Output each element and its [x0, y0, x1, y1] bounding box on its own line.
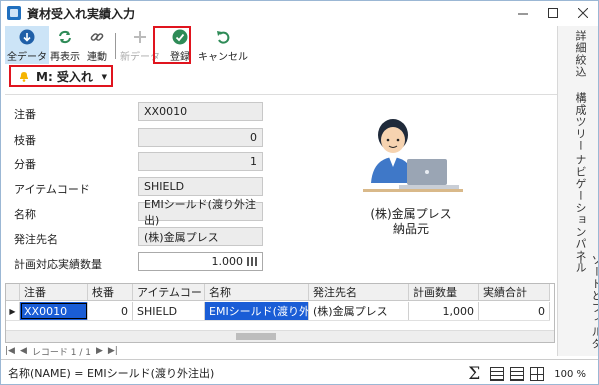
list-view-icon[interactable] [510, 367, 525, 381]
column-header[interactable]: 名称 [205, 284, 309, 300]
horizontal-scrollbar[interactable] [6, 330, 554, 342]
illustration-caption: (株)金属プレス 納品元 [341, 207, 481, 237]
status-text: 名称(NAME) = EMIシールド(渡り外注出) [8, 366, 215, 380]
column-header[interactable]: アイテムコード [133, 284, 205, 300]
qty-field[interactable]: 1.000 [138, 252, 263, 271]
record-counter: レコード 1 / 1 [31, 347, 91, 358]
sum-icon[interactable]: Σ [468, 364, 480, 384]
first-record-icon[interactable]: |◀ [5, 346, 15, 356]
mode-selector[interactable]: M: 受入れ ▼ [9, 65, 113, 87]
worker-illustration [363, 119, 463, 192]
row-pointer-icon: ▶ [6, 302, 20, 320]
table-row[interactable]: ▶ XX0010 0 SHIELD EMIシールド(渡り外... (株)金属プレ… [6, 302, 550, 321]
zoom-level[interactable]: 100 % [554, 369, 586, 380]
minimize-icon [518, 13, 528, 15]
chevron-down-icon: ▼ [101, 73, 107, 81]
row-indicator-header [6, 284, 20, 300]
order-no-label: 注番 [14, 108, 36, 121]
table-cell[interactable]: SHIELD [133, 302, 205, 320]
last-record-icon[interactable]: ▶| [108, 346, 118, 356]
download-icon [19, 29, 35, 45]
link-icon [89, 29, 105, 45]
name-field[interactable]: EMIシールド(渡り外注出) [138, 198, 263, 227]
window-controls [508, 1, 598, 25]
undo-icon [215, 29, 231, 45]
table-cell[interactable]: 1,000 [409, 302, 479, 320]
qty-label: 計画対応実績数量 [14, 258, 102, 271]
split-label: 分番 [14, 158, 36, 171]
minimize-button[interactable] [508, 1, 538, 25]
table-cell[interactable]: EMIシールド(渡り外... [205, 302, 309, 320]
form-view-icon[interactable] [490, 367, 505, 381]
maximize-icon [548, 8, 558, 18]
column-header[interactable]: 計画数量 [409, 284, 479, 300]
order-no-field[interactable]: XX0010 [138, 102, 263, 121]
delivery-source-caption: 納品元 [392, 222, 429, 236]
main-window: 資材受入れ実績入力 全データ 再表示 連動 新データ 登録 キャンセル M: 受… [0, 0, 599, 385]
item-code-label: アイテムコード [14, 183, 90, 196]
supplier-field[interactable]: (株)金属プレス [138, 227, 263, 246]
maximize-button[interactable] [538, 1, 568, 25]
side-panel-rail: 詳細絞込 構成ツリー ナビゲーションパネル ソートとフィルター [557, 26, 598, 356]
table-cell[interactable]: 0 [479, 302, 550, 320]
cancel-button[interactable]: キャンセル [198, 26, 248, 64]
link-button[interactable]: 連動 [81, 26, 113, 64]
mode-label: M: 受入れ [36, 69, 93, 84]
table-cell[interactable]: (株)金属プレス [309, 302, 409, 320]
branch-field[interactable]: 0 [138, 128, 263, 147]
previous-record-icon[interactable]: ◀ [20, 346, 27, 356]
window-title: 資材受入れ実績入力 [27, 6, 136, 21]
toolbar: 全データ 再表示 連動 新データ 登録 キャンセル [5, 26, 248, 64]
close-icon [578, 8, 588, 18]
qty-value: 1.000 [211, 255, 244, 268]
side-tab-structure-tree[interactable]: 構成ツリー [572, 92, 588, 152]
divider [5, 94, 557, 95]
calculator-icon[interactable] [247, 257, 257, 266]
refresh-button[interactable]: 再表示 [49, 26, 81, 64]
app-icon [7, 6, 21, 20]
bell-icon [20, 72, 28, 82]
name-label: 名称 [14, 208, 36, 221]
toolbar-separator [115, 33, 116, 59]
record-navigator: |◀ ◀ レコード 1 / 1 ▶ ▶| [5, 343, 123, 359]
supplier-caption: (株)金属プレス [370, 207, 452, 221]
plus-icon [132, 29, 148, 45]
column-header[interactable]: 実績合計 [479, 284, 550, 300]
split-field[interactable]: 1 [138, 152, 263, 171]
scrollbar-thumb[interactable] [236, 333, 276, 340]
side-tab-sort-filter[interactable]: ソートとフィルター [572, 254, 598, 356]
status-bar: 名称(NAME) = EMIシールド(渡り外注出) Σ 100 % [1, 359, 598, 384]
table-cell[interactable]: 0 [88, 302, 133, 320]
title-bar: 資材受入れ実績入力 [1, 1, 598, 25]
register-highlight [153, 26, 191, 64]
close-button[interactable] [568, 1, 598, 25]
grid-view-icon[interactable] [530, 367, 545, 381]
side-tab-detail-filter[interactable]: 詳細絞込 [572, 30, 588, 78]
status-controls: Σ 100 % [468, 364, 592, 384]
supplier-label: 発注先名 [14, 233, 58, 246]
item-code-field[interactable]: SHIELD [138, 177, 263, 196]
refresh-icon [57, 29, 73, 45]
branch-label: 枝番 [14, 134, 36, 147]
next-record-icon[interactable]: ▶ [96, 346, 103, 356]
all-data-button[interactable]: 全データ [5, 26, 49, 64]
column-header[interactable]: 発注先名 [309, 284, 409, 300]
table-cell[interactable]: XX0010 [20, 302, 88, 320]
column-header[interactable]: 枝番 [88, 284, 133, 300]
data-grid: 注番 枝番 アイテムコード 名称 発注先名 計画数量 実績合計 ▶ XX0010… [5, 283, 555, 343]
grid-header: 注番 枝番 アイテムコード 名称 発注先名 計画数量 実績合計 [6, 284, 550, 301]
column-header[interactable]: 注番 [20, 284, 88, 300]
